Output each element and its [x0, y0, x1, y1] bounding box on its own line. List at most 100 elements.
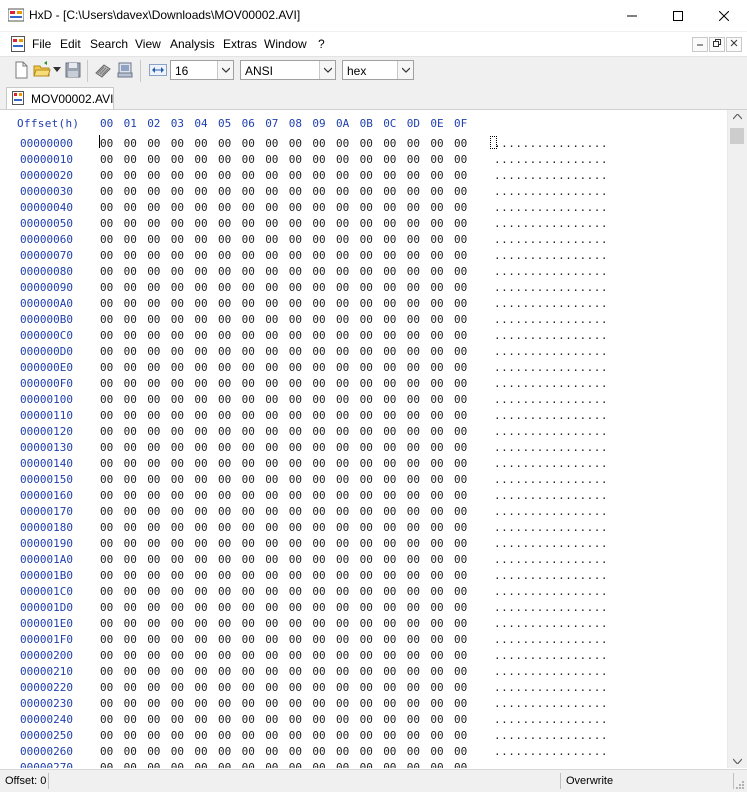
hex-byte[interactable]: 00	[124, 153, 137, 166]
hex-byte[interactable]: 00	[407, 553, 420, 566]
hex-byte[interactable]: 00	[312, 489, 325, 502]
hex-byte[interactable]: 00	[407, 409, 420, 422]
hex-byte[interactable]: 00	[312, 713, 325, 726]
hex-byte[interactable]: 00	[147, 441, 160, 454]
hex-byte[interactable]: 00	[265, 441, 278, 454]
hex-byte[interactable]: 00	[336, 633, 349, 646]
hex-byte[interactable]: 00	[336, 537, 349, 550]
hex-byte[interactable]: 00	[124, 265, 137, 278]
tab-mov00002[interactable]: MOV00002.AVI	[6, 87, 114, 109]
hex-byte[interactable]: 00	[194, 697, 207, 710]
hex-byte[interactable]: 00	[265, 201, 278, 214]
hex-byte[interactable]: 00	[124, 313, 137, 326]
hex-byte[interactable]: 00	[218, 441, 231, 454]
hex-byte[interactable]: 00	[383, 729, 396, 742]
hex-byte[interactable]: 00	[312, 601, 325, 614]
hex-byte[interactable]: 00	[407, 281, 420, 294]
hex-byte[interactable]: 00	[383, 425, 396, 438]
hex-byte[interactable]: 00	[407, 761, 420, 768]
hex-byte[interactable]: 00	[336, 713, 349, 726]
hex-byte[interactable]: 00	[265, 297, 278, 310]
hex-byte[interactable]: 00	[265, 249, 278, 262]
hex-byte[interactable]: 00	[242, 681, 255, 694]
hex-byte[interactable]: 00	[454, 329, 467, 342]
hex-byte[interactable]: 00	[100, 665, 113, 678]
hex-byte[interactable]: 00	[312, 281, 325, 294]
hex-byte[interactable]: 00	[360, 713, 373, 726]
hex-byte[interactable]: 00	[100, 681, 113, 694]
menu-edit[interactable]: Edit	[60, 37, 81, 51]
hex-byte[interactable]: 00	[336, 617, 349, 630]
hex-byte[interactable]: 00	[407, 393, 420, 406]
hex-byte[interactable]: 00	[124, 441, 137, 454]
ascii-text[interactable]: ................	[494, 649, 608, 662]
dropdown-arrow-icon[interactable]	[53, 67, 61, 73]
hex-byte[interactable]: 00	[336, 153, 349, 166]
hex-byte[interactable]: 00	[124, 217, 137, 230]
hex-byte[interactable]: 00	[383, 377, 396, 390]
hex-byte[interactable]: 00	[336, 553, 349, 566]
hex-byte[interactable]: 00	[312, 345, 325, 358]
hex-byte[interactable]: 00	[194, 745, 207, 758]
hex-byte[interactable]: 00	[360, 585, 373, 598]
hex-byte[interactable]: 00	[171, 713, 184, 726]
hex-byte[interactable]: 00	[194, 377, 207, 390]
hex-byte[interactable]: 00	[454, 681, 467, 694]
hex-byte[interactable]: 00	[171, 761, 184, 768]
hex-byte[interactable]: 00	[454, 441, 467, 454]
hex-byte[interactable]: 00	[407, 697, 420, 710]
hex-byte[interactable]: 00	[171, 729, 184, 742]
hex-byte[interactable]: 00	[454, 473, 467, 486]
hex-byte[interactable]: 00	[171, 617, 184, 630]
hex-byte[interactable]: 00	[218, 313, 231, 326]
hex-byte[interactable]: 00	[265, 377, 278, 390]
hex-byte[interactable]: 00	[454, 569, 467, 582]
hex-byte[interactable]: 00	[218, 521, 231, 534]
hex-byte[interactable]: 00	[171, 633, 184, 646]
hex-byte[interactable]: 00	[336, 697, 349, 710]
hex-byte[interactable]: 00	[430, 393, 443, 406]
ascii-text[interactable]: ................	[494, 393, 608, 406]
hex-byte[interactable]: 00	[265, 745, 278, 758]
hex-byte[interactable]: 00	[289, 217, 302, 230]
hex-byte[interactable]: 00	[383, 505, 396, 518]
hex-byte[interactable]: 00	[194, 681, 207, 694]
hex-byte[interactable]: 00	[383, 553, 396, 566]
hex-byte[interactable]: 00	[312, 521, 325, 534]
minimize-button[interactable]	[609, 0, 655, 31]
ascii-text[interactable]: ................	[494, 201, 608, 214]
hex-byte[interactable]: 00	[360, 633, 373, 646]
hex-byte[interactable]: 00	[100, 505, 113, 518]
hex-editor[interactable]: Offset(h) 00 01 02 03 04 05 06 07 08 09 0A 0B 0C 0D 0E…	[0, 110, 727, 768]
hex-byte[interactable]: 00	[360, 185, 373, 198]
hex-byte[interactable]: 00	[336, 393, 349, 406]
hex-byte[interactable]: 00	[430, 649, 443, 662]
hex-byte[interactable]: 00	[360, 745, 373, 758]
hex-byte[interactable]: 00	[430, 681, 443, 694]
hex-byte[interactable]: 00	[124, 393, 137, 406]
hex-byte[interactable]: 00	[100, 521, 113, 534]
ascii-text[interactable]: ................	[494, 633, 608, 646]
hex-byte[interactable]: 00	[383, 201, 396, 214]
menu-help[interactable]: ?	[318, 37, 325, 51]
hex-byte[interactable]: 00	[124, 681, 137, 694]
hex-byte[interactable]: 00	[430, 185, 443, 198]
menu-analysis[interactable]: Analysis	[170, 37, 215, 51]
hex-byte[interactable]: 00	[100, 601, 113, 614]
hex-byte[interactable]: 00	[454, 393, 467, 406]
hex-byte[interactable]: 00	[383, 681, 396, 694]
hex-byte[interactable]: 00	[454, 377, 467, 390]
hex-byte[interactable]: 00	[124, 201, 137, 214]
hex-byte[interactable]: 00	[194, 729, 207, 742]
hex-byte[interactable]: 00	[312, 217, 325, 230]
hex-byte[interactable]: 00	[147, 553, 160, 566]
hex-byte[interactable]: 00	[218, 153, 231, 166]
hex-byte[interactable]: 00	[289, 521, 302, 534]
hex-byte[interactable]: 00	[454, 601, 467, 614]
hex-byte[interactable]: 00	[147, 137, 160, 150]
hex-byte[interactable]: 00	[383, 569, 396, 582]
hex-byte[interactable]: 00	[218, 473, 231, 486]
hex-byte[interactable]: 00	[124, 185, 137, 198]
hex-byte[interactable]: 00	[218, 233, 231, 246]
hex-byte[interactable]: 00	[171, 329, 184, 342]
